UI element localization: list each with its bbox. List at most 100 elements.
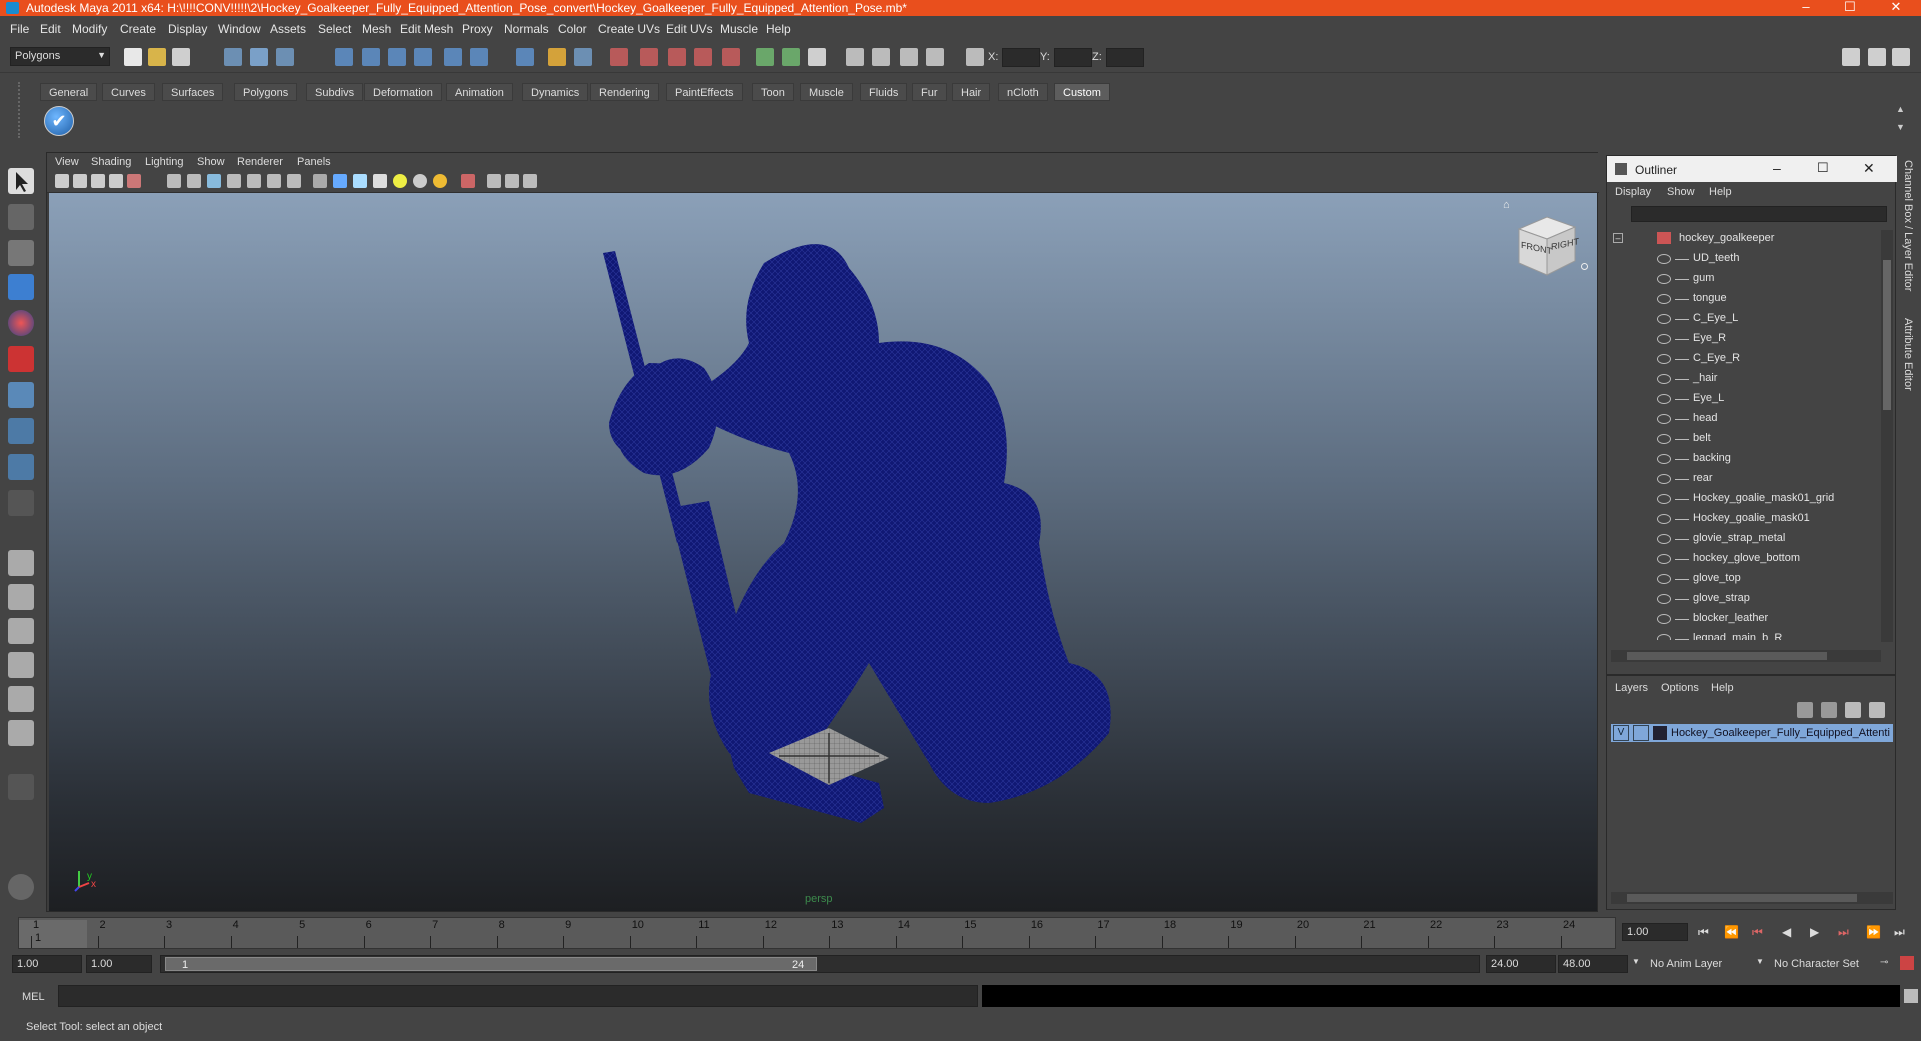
grid-toggle-icon[interactable] [167, 174, 181, 188]
menu-assets[interactable]: Assets [270, 22, 306, 36]
outliner-item[interactable]: gum [1607, 270, 1877, 290]
trax-icon[interactable] [926, 48, 944, 66]
select-tool-icon[interactable] [8, 168, 34, 194]
menu-muscle[interactable]: Muscle [720, 22, 758, 36]
z-field[interactable] [1106, 48, 1144, 67]
history-icon[interactable] [470, 48, 488, 66]
quick-layout-icon[interactable] [8, 874, 34, 900]
hud-icon[interactable] [523, 174, 537, 188]
current-time-field[interactable]: 1.00 [1622, 923, 1688, 941]
wireframe-icon[interactable] [313, 174, 327, 188]
tab-rendering[interactable]: Rendering [590, 83, 659, 101]
outliner-root-item[interactable]: – hockey_goalkeeper [1607, 230, 1877, 250]
outliner-menu-help[interactable]: Help [1709, 186, 1732, 198]
outliner-item[interactable]: glove_top [1607, 570, 1877, 590]
resolution-gate-icon[interactable] [207, 174, 221, 188]
move-layer-down-icon[interactable] [1821, 702, 1837, 718]
outliner-item[interactable]: hockey_glove_bottom [1607, 550, 1877, 570]
outliner-item[interactable]: head [1607, 410, 1877, 430]
camera-attributes-icon[interactable] [73, 174, 87, 188]
tab-general[interactable]: General [40, 83, 98, 101]
hypershade-icon[interactable] [694, 48, 712, 66]
layer-horizontal-scrollbar[interactable] [1611, 892, 1893, 904]
tool-settings-icon[interactable] [1892, 48, 1910, 66]
menu-edit-mesh[interactable]: Edit Mesh [400, 22, 453, 36]
outliner-maximize-button[interactable]: ☐ [1817, 160, 1829, 176]
tool-settings-layout-icon[interactable] [8, 720, 34, 746]
shelf-scroll-down-icon[interactable]: ▼ [1896, 122, 1908, 134]
play-forwards-icon[interactable]: ▶ [1810, 925, 1819, 939]
outliner-menu-show[interactable]: Show [1667, 186, 1695, 198]
collapse-icon[interactable]: – [1613, 233, 1623, 243]
outliner-item[interactable]: tongue [1607, 290, 1877, 310]
time-slider[interactable]: 1 1 2 3 4 5 6 7 8 9 10 11 12 13 14 15 16 17 18 19 20 21 22 23 2… [0, 917, 1921, 949]
auto-key-icon[interactable]: ⊸ [1880, 957, 1894, 971]
smooth-shade-icon[interactable] [333, 174, 347, 188]
step-back-key-icon[interactable]: ⏮ [1752, 925, 1763, 940]
camera-select-icon[interactable] [55, 174, 69, 188]
viewport-menu-view[interactable]: View [55, 156, 79, 168]
scale-tool-icon[interactable] [8, 346, 34, 372]
menu-set-selector[interactable]: Polygons ▼ [10, 47, 110, 66]
outliner-vertical-scrollbar[interactable] [1881, 230, 1893, 642]
outliner-item[interactable]: legpad_main_b_R [1607, 630, 1877, 640]
make-live-icon[interactable] [444, 48, 462, 66]
show-manipulator-icon[interactable] [8, 454, 34, 480]
layer-menu-options[interactable]: Options [1661, 682, 1699, 694]
outliner-menu-display[interactable]: Display [1615, 186, 1651, 198]
outliner-item[interactable]: belt [1607, 430, 1877, 450]
toggle-panel-icon[interactable] [1842, 48, 1860, 66]
end-time-field[interactable]: 48.00 [1558, 955, 1628, 973]
channel-box-tab[interactable]: Channel Box / Layer Editor [1902, 160, 1914, 291]
last-tool-icon[interactable] [8, 490, 34, 516]
hypershade-persp-layout-icon[interactable] [8, 686, 34, 712]
viewcube-menu-icon[interactable] [1581, 263, 1588, 270]
graph-persp-layout-icon[interactable] [8, 652, 34, 678]
anim-layer-selector[interactable]: ▼ No Anim Layer [1632, 957, 1754, 973]
attribute-editor-tab[interactable]: Attribute Editor [1902, 318, 1914, 391]
rotate-tool-icon[interactable] [8, 310, 34, 336]
outliner-minimize-button[interactable]: – [1773, 160, 1781, 176]
image-plane-icon[interactable] [109, 174, 123, 188]
layer-color-swatch[interactable] [1653, 726, 1667, 740]
time-slider-track[interactable]: 1 1 2 3 4 5 6 7 8 9 10 11 12 13 14 15 16 17 18 19 20 21 22 23 2… [18, 917, 1616, 949]
step-back-frame-icon[interactable]: ⏪ [1724, 925, 1739, 939]
channel-box-icon[interactable] [1868, 48, 1886, 66]
outliner-filter-input[interactable] [1631, 206, 1887, 222]
tab-fur[interactable]: Fur [912, 83, 947, 101]
tab-dynamics[interactable]: Dynamics [522, 83, 589, 101]
playback-start-field[interactable]: 1.00 [86, 955, 152, 973]
menu-normals[interactable]: Normals [504, 22, 549, 36]
shelf-scroll-up-icon[interactable]: ▲ [1896, 104, 1908, 116]
menu-mesh[interactable]: Mesh [362, 22, 391, 36]
graph-editor-icon[interactable] [872, 48, 890, 66]
go-to-start-icon[interactable]: ⏮ [1698, 925, 1709, 940]
close-button[interactable]: ✕ [1876, 0, 1916, 15]
menu-file[interactable]: File [10, 22, 29, 36]
home-icon[interactable]: ⌂ [1503, 199, 1515, 211]
checkmark-shelf-icon[interactable]: ✔ [44, 106, 74, 136]
tab-ncloth[interactable]: nCloth [998, 83, 1048, 101]
perspective-viewport[interactable]: ⌂ FRONT RIGHT y x persp [49, 193, 1597, 911]
menu-create-uvs[interactable]: Create UVs [598, 22, 660, 36]
outliner-item[interactable]: Hockey_goalie_mask01_grid [1607, 490, 1877, 510]
gate-mask-icon[interactable] [227, 174, 241, 188]
outliner-item[interactable]: blocker_leather [1607, 610, 1877, 630]
default-light-icon[interactable] [393, 174, 407, 188]
outliner-item[interactable]: C_Eye_R [1607, 350, 1877, 370]
paint-select-tool-icon[interactable] [8, 240, 34, 266]
render-frame-icon[interactable] [610, 48, 628, 66]
clipboard-icon[interactable] [808, 48, 826, 66]
save-scene-icon[interactable] [172, 48, 190, 66]
menu-edit[interactable]: Edit [40, 22, 61, 36]
viewport-menu-renderer[interactable]: Renderer [237, 156, 283, 168]
outliner-item[interactable]: glovie_strap_metal [1607, 530, 1877, 550]
layer-menu-layers[interactable]: Layers [1615, 682, 1648, 694]
render-view-icon[interactable] [722, 48, 740, 66]
tab-hair[interactable]: Hair [952, 83, 991, 101]
open-scene-icon[interactable] [148, 48, 166, 66]
start-time-field[interactable]: 1.00 [12, 955, 82, 973]
menu-help[interactable]: Help [766, 22, 791, 36]
outliner-item[interactable]: rear [1607, 470, 1877, 490]
textured-icon[interactable] [373, 174, 387, 188]
